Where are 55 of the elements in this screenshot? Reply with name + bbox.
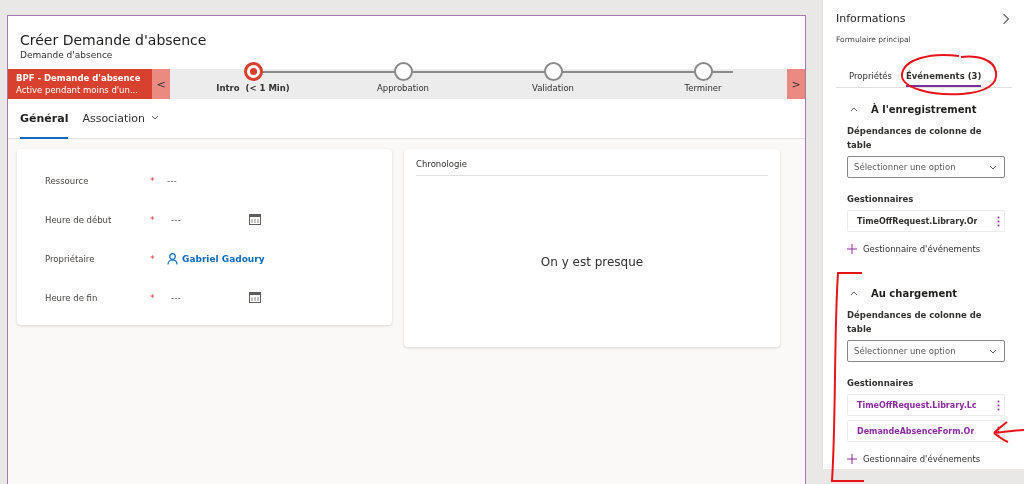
field-label: Heure de fin <box>45 292 99 303</box>
handler-name[interactable]: TimeOffRequest.Library.Or <box>857 216 978 226</box>
field-label: Propriétaire <box>45 253 96 264</box>
stage-label[interactable]: Approbation <box>377 83 429 93</box>
more-icon[interactable] <box>997 215 1000 227</box>
required-mark: * <box>150 253 156 264</box>
option-select[interactable]: Sélectionner une option <box>847 156 1005 178</box>
panel-title: Informations <box>836 12 906 25</box>
field-label: Dépendances de colonne de table <box>847 309 983 336</box>
handler-name[interactable]: TimeOffRequest.Library.Lc <box>857 400 977 410</box>
field-label: Dépendances de colonne de table <box>847 125 983 152</box>
more-icon[interactable] <box>997 399 1000 411</box>
add-handler-button[interactable]: Gestionnaire d'événements <box>847 454 1012 464</box>
field-value[interactable]: --- <box>167 175 249 186</box>
handler-name[interactable]: DemandeAbsenceForm.Or <box>857 426 975 436</box>
timeline-title: Chronologie <box>416 159 768 176</box>
panel-tab[interactable]: Événements (3) <box>905 71 982 87</box>
field-label: Ressource <box>45 175 90 186</box>
handler-item[interactable]: TimeOffRequest.Library.Or <box>847 210 1005 232</box>
section-title[interactable]: À l'enregistrement <box>871 104 977 115</box>
required-mark: * <box>150 175 156 186</box>
required-mark: * <box>150 214 156 225</box>
handler-item[interactable]: TimeOffRequest.Library.Lc <box>847 394 1005 416</box>
date-field[interactable]: --- <box>167 214 249 225</box>
arrow-mark <box>991 420 1024 444</box>
field-label: Heure de début <box>45 214 113 225</box>
next-stage-button[interactable]: > <box>787 69 805 99</box>
required-mark: * <box>150 292 156 303</box>
form-tab[interactable]: Association <box>82 111 161 139</box>
plus-icon <box>847 244 857 254</box>
date-field[interactable]: --- <box>167 292 249 303</box>
form-tab[interactable]: Général <box>20 111 69 139</box>
stage-label[interactable]: Intro (< 1 Min) <box>216 83 290 93</box>
owner-link[interactable]: Gabriel Gadoury <box>167 252 265 265</box>
field-label: Gestionnaires <box>847 377 915 390</box>
handler-item[interactable]: DemandeAbsenceForm.Or <box>847 420 1005 442</box>
stage-label[interactable]: Terminer <box>684 83 722 93</box>
process-flyout[interactable]: BPF - Demande d'absence Active pendant moins d'un... <box>8 69 152 99</box>
form-title: Créer Demande d'absence <box>20 32 208 48</box>
calendar-icon[interactable] <box>249 214 261 225</box>
panel-tab[interactable]: Propriétés <box>849 71 892 87</box>
timeline-message: On y est presque <box>540 254 644 269</box>
chevron-right-icon[interactable] <box>1000 12 1012 25</box>
section-title[interactable]: Au chargement <box>871 288 958 299</box>
plus-icon <box>847 454 857 464</box>
process-name: BPF - Demande d'absence <box>16 73 142 83</box>
process-status: Active pendant moins d'un... <box>16 85 139 95</box>
stage-label[interactable]: Validation <box>532 83 574 93</box>
add-handler-button[interactable]: Gestionnaire d'événements <box>847 244 1012 254</box>
form-subtitle: Demande d'absence <box>20 50 114 60</box>
calendar-icon[interactable] <box>249 292 261 303</box>
previous-stage-button[interactable]: < <box>152 69 170 99</box>
person-icon <box>167 252 178 265</box>
option-select[interactable]: Sélectionner une option <box>847 340 1005 362</box>
field-label: Gestionnaires <box>847 193 915 206</box>
